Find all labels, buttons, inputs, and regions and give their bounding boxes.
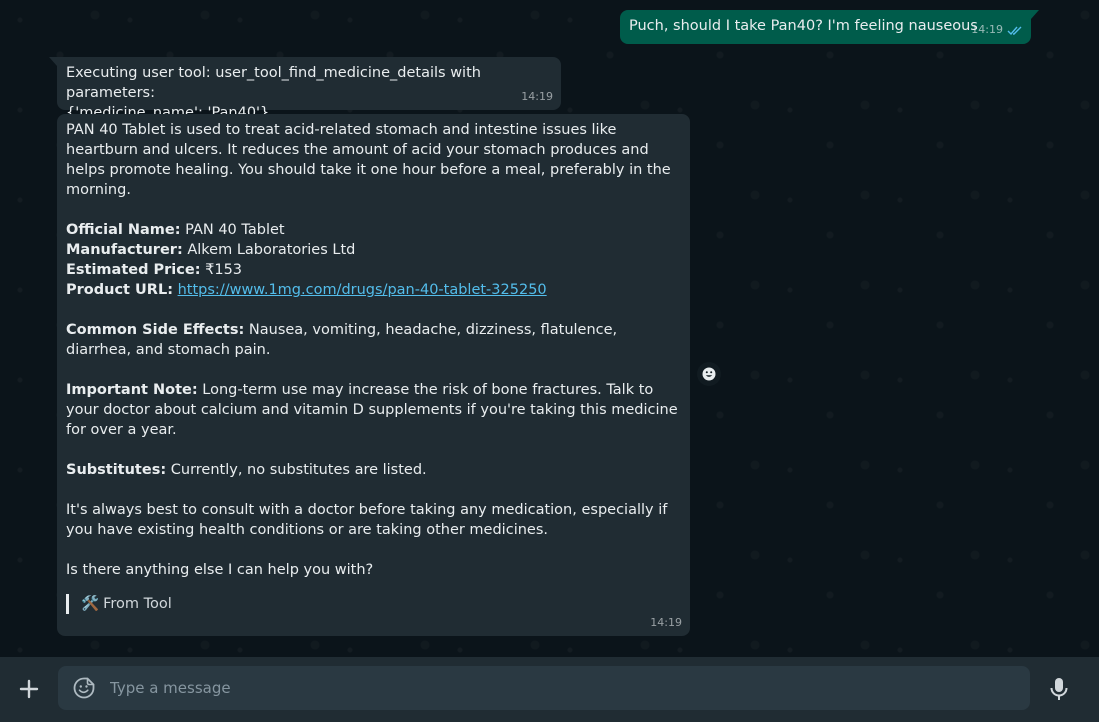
outgoing-message[interactable]: Puch, should I take Pan40? I'm feeling n… (620, 10, 1039, 44)
price-label: Estimated Price: (66, 262, 201, 278)
price-value: ₹153 (205, 262, 243, 278)
price-row: Estimated Price: ₹153 (66, 260, 681, 280)
tool-call-line: Executing user tool: user_tool_find_medi… (66, 65, 481, 101)
medicine-facts: Official Name: PAN 40 Tablet Manufacture… (66, 220, 681, 300)
manufacturer-value: Alkem Laboratories Ltd (187, 242, 356, 258)
attach-button[interactable] (14, 674, 44, 704)
tool-call-message[interactable]: Executing user tool: user_tool_find_medi… (49, 57, 561, 121)
bubble-tail (49, 57, 57, 66)
tools-icon: 🛠️ (81, 596, 100, 612)
product-url-label: Product URL: (66, 282, 173, 298)
follow-up-question: Is there anything else I can help you wi… (66, 562, 374, 578)
smiley-icon[interactable] (697, 362, 721, 386)
composer-bar (0, 657, 1099, 722)
double-check-icon (1007, 26, 1022, 35)
chat-area: Puch, should I take Pan40? I'm feeling n… (0, 0, 1099, 657)
message-time: 14:19 (521, 90, 553, 103)
medicine-details-message[interactable]: PAN 40 Tablet is used to treat acid-rela… (57, 114, 690, 636)
product-url-link[interactable]: https://www.1mg.com/drugs/pan-40-tablet-… (178, 282, 547, 298)
intro-text: PAN 40 Tablet is used to treat acid-rela… (66, 122, 671, 198)
side-effects-label: Common Side Effects: (66, 322, 245, 338)
plus-icon (19, 679, 39, 699)
quote-text: From Tool (103, 596, 172, 612)
official-name-value: PAN 40 Tablet (185, 222, 285, 238)
voice-record-button[interactable] (1046, 675, 1072, 703)
advice-text: It's always best to consult with a docto… (66, 502, 668, 538)
smiley-icon-glyph (702, 367, 716, 381)
official-name-row: Official Name: PAN 40 Tablet (66, 220, 681, 240)
emoji-icon[interactable] (72, 676, 96, 700)
official-name-label: Official Name: (66, 222, 181, 238)
message-meta: 14:19 (971, 20, 1023, 40)
substitutes-label: Substitutes: (66, 462, 167, 478)
tool-quote: 🛠️ From Tool (66, 594, 681, 614)
message-time: 14:19 (971, 23, 1003, 36)
important-note: Important Note: Long-term use may increa… (66, 380, 681, 440)
message-input[interactable] (110, 666, 1010, 710)
mic-icon (1050, 678, 1068, 700)
side-effects: Common Side Effects: Nausea, vomiting, h… (66, 320, 681, 360)
bubble-tail (1031, 10, 1039, 19)
manufacturer-row: Manufacturer: Alkem Laboratories Ltd (66, 240, 681, 260)
product-url-row: Product URL: https://www.1mg.com/drugs/p… (66, 280, 681, 300)
message-time: 14:19 (650, 616, 682, 629)
manufacturer-label: Manufacturer: (66, 242, 183, 258)
message-text: Puch, should I take Pan40? I'm feeling n… (629, 18, 978, 34)
important-note-label: Important Note: (66, 382, 198, 398)
substitutes: Substitutes: Currently, no substitutes a… (66, 460, 681, 480)
substitutes-value: Currently, no substitutes are listed. (170, 462, 427, 478)
message-box[interactable] (58, 666, 1030, 710)
